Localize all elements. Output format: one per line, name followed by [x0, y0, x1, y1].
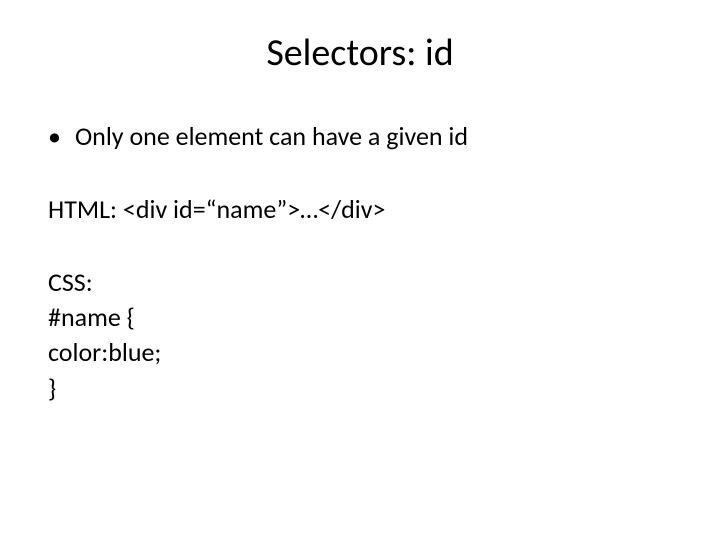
css-line-3: }: [40, 371, 680, 406]
bullet-dot-icon: •: [48, 121, 61, 152]
html-example-line: HTML: <div id=“name”>…</div>: [40, 192, 680, 227]
css-label: CSS:: [40, 265, 680, 300]
slide-title: Selectors: id: [40, 30, 680, 76]
bullet-item: • Only one element can have a given id: [40, 121, 680, 152]
css-line-1: #name {: [40, 300, 680, 335]
css-line-2: color:blue;: [40, 335, 680, 370]
bullet-text: Only one element can have a given id: [75, 121, 468, 152]
